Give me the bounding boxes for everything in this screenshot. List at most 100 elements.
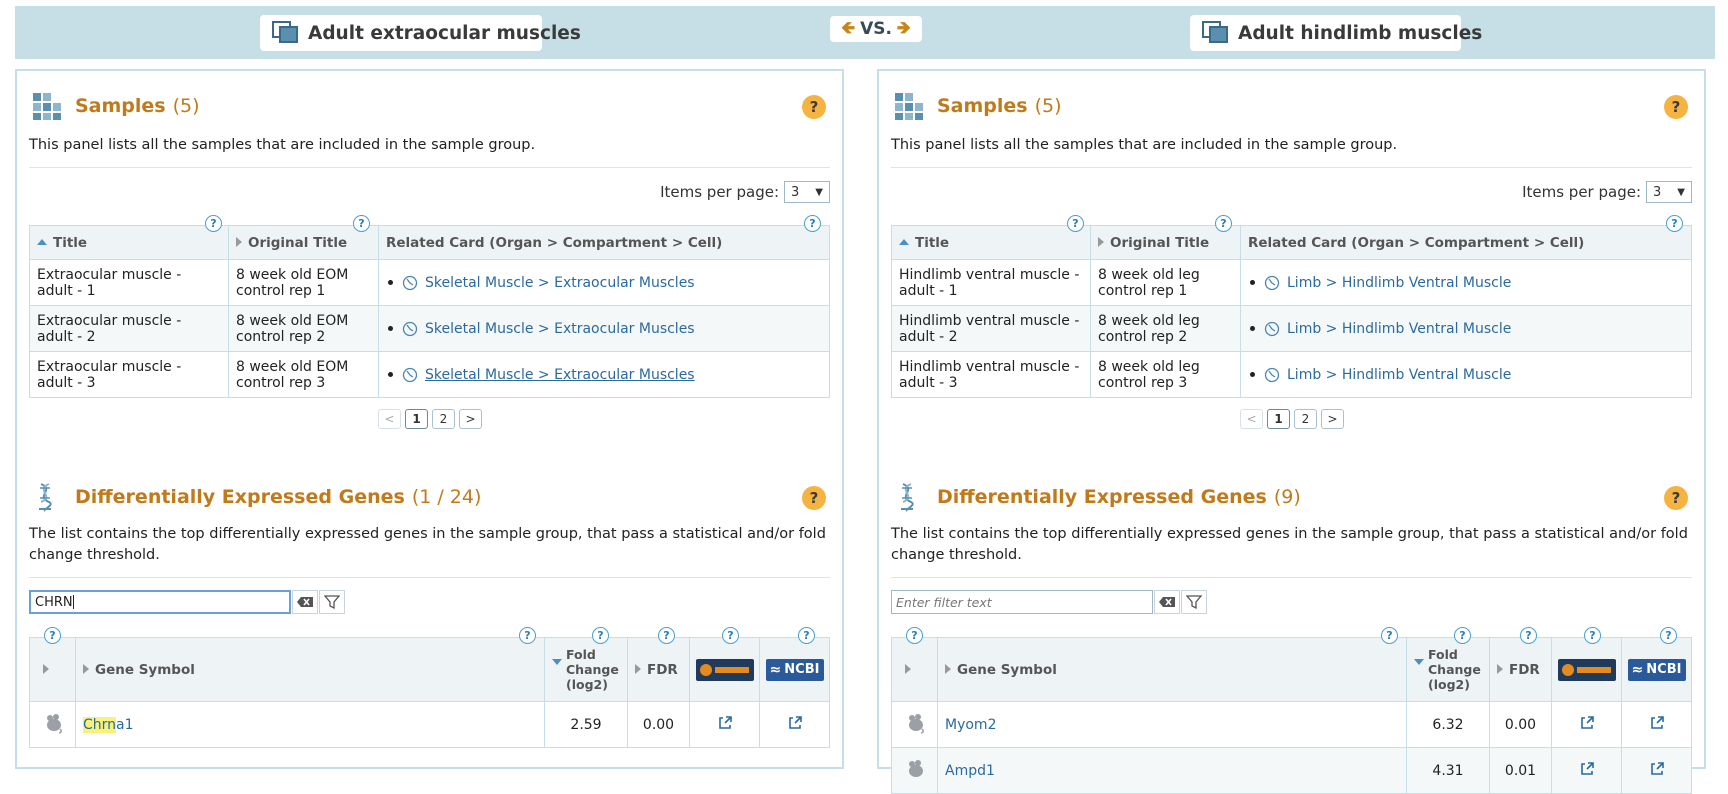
gene-symbol-cell[interactable]: Myom2 — [937, 701, 1407, 748]
genecards-link[interactable] — [1551, 701, 1622, 748]
pager-prev[interactable]: < — [378, 409, 401, 429]
pager-next[interactable]: > — [459, 409, 482, 429]
help-icon[interactable]: ? — [1215, 215, 1232, 232]
genes-title: Differentially Expressed Genes — [937, 486, 1267, 508]
right-group-button[interactable]: Adult hindlimb muscles — [1190, 15, 1482, 51]
help-icon[interactable]: ? — [44, 627, 61, 644]
divider — [891, 167, 1692, 168]
table-row: Hindlimb ventral muscle - adult - 1 8 we… — [891, 259, 1692, 306]
swap-groups-button[interactable]: 🡸 VS. 🡺 — [830, 16, 922, 42]
genes-description: The list contains the top differentially… — [29, 526, 826, 563]
gene-filter: Enter filter text — [891, 590, 1207, 614]
col-gene-symbol[interactable]: Gene Symbol? — [937, 627, 1407, 702]
help-icon[interactable]: ? — [1660, 627, 1677, 644]
col-fdr[interactable]: FDR? — [627, 627, 690, 702]
funnel-icon — [1186, 595, 1202, 610]
col-gene-symbol-label: Gene Symbol — [957, 661, 1057, 678]
clear-filter-button[interactable] — [292, 590, 318, 614]
help-icon[interactable]: ? — [353, 215, 370, 232]
card-link[interactable]: Skeletal Muscle > Extraocular Muscles — [425, 275, 695, 291]
card-link[interactable]: Skeletal Muscle > Extraocular Muscles — [425, 321, 695, 337]
gene-symbol-cell[interactable]: Chrna1 — [75, 701, 545, 748]
samples-count: (5) — [1034, 95, 1062, 117]
help-icon[interactable]: ? — [1067, 215, 1084, 232]
col-fdr[interactable]: FDR? — [1489, 627, 1552, 702]
arrow-left-icon: 🡸 — [841, 17, 856, 38]
items-per-page-value: 3 — [791, 184, 800, 200]
pager-prev[interactable]: < — [1240, 409, 1263, 429]
items-per-page-select[interactable]: 3 ▼ — [784, 181, 830, 203]
help-icon[interactable]: ? — [519, 627, 536, 644]
col-original-title[interactable]: Original Title? — [1090, 215, 1241, 260]
col-original-title[interactable]: Original Title? — [228, 215, 379, 260]
samples-help-icon[interactable]: ? — [1664, 95, 1688, 119]
pager-page-2[interactable]: 2 — [1294, 409, 1317, 429]
filter-options-button[interactable] — [1181, 590, 1207, 614]
ncbi-link[interactable] — [759, 701, 830, 748]
card-link[interactable]: Skeletal Muscle > Extraocular Muscles — [425, 367, 695, 383]
help-icon[interactable]: ? — [804, 215, 821, 232]
gene-symbol-link[interactable]: Chrna1 — [83, 716, 134, 733]
gene-symbol-link[interactable]: Myom2 — [945, 717, 996, 733]
col-title-label: Title — [53, 234, 88, 251]
gene-symbol-highlight: Chrn — [83, 716, 117, 733]
col-title-label: Title — [915, 234, 950, 251]
ncbi-link[interactable] — [1621, 747, 1692, 794]
samples-grid-icon — [895, 93, 923, 120]
help-icon[interactable]: ? — [1454, 627, 1471, 644]
col-title[interactable]: Title? — [29, 215, 229, 260]
pager-page-1[interactable]: 1 — [1267, 409, 1290, 429]
pager-next[interactable]: > — [1321, 409, 1344, 429]
card-link[interactable]: Limb > Hindlimb Ventral Muscle — [1287, 275, 1511, 291]
col-gene-symbol[interactable]: Gene Symbol? — [75, 627, 545, 702]
col-title[interactable]: Title? — [891, 215, 1091, 260]
col-fold-change[interactable]: Fold Change (log2)? — [1406, 627, 1490, 702]
genes-help-icon[interactable]: ? — [1664, 486, 1688, 510]
sort-desc-icon — [1414, 659, 1424, 665]
items-per-page-label: Items per page: — [1522, 183, 1641, 201]
text-cursor — [72, 595, 74, 609]
help-icon[interactable]: ? — [592, 627, 609, 644]
help-icon[interactable]: ? — [1520, 627, 1537, 644]
fdr-value: 0.00 — [1489, 701, 1552, 748]
items-per-page-select[interactable]: 3 ▼ — [1646, 181, 1692, 203]
genes-table: ? Gene Symbol? Fold Change (log2)? FDR? … — [891, 627, 1692, 794]
genecards-link[interactable] — [1551, 747, 1622, 794]
gene-filter-input[interactable]: Enter filter text — [891, 590, 1153, 614]
vs-label: VS. — [860, 19, 892, 39]
left-group-button[interactable]: Adult extraocular muscles — [260, 15, 581, 51]
help-icon[interactable]: ? — [1666, 215, 1683, 232]
gene-symbol-link[interactable]: Ampd1 — [945, 763, 995, 779]
mouse-icon — [46, 713, 62, 734]
fdr-value: 0.01 — [1489, 747, 1552, 794]
ncbi-link[interactable] — [1621, 701, 1692, 748]
card-link[interactable]: Limb > Hindlimb Ventral Muscle — [1287, 367, 1511, 383]
col-fold-change[interactable]: Fold Change (log2)? — [544, 627, 628, 702]
genecards-link[interactable] — [689, 701, 760, 748]
filter-options-button[interactable] — [319, 590, 345, 614]
table-row: Ampd1 4.31 0.01 — [891, 747, 1692, 794]
help-icon[interactable]: ? — [906, 627, 923, 644]
help-icon[interactable]: ? — [1381, 627, 1398, 644]
help-icon[interactable]: ? — [722, 627, 739, 644]
help-icon[interactable]: ? — [658, 627, 675, 644]
sort-icon — [236, 236, 242, 247]
expand-all-icon[interactable] — [905, 663, 911, 674]
external-link-icon — [1650, 715, 1664, 729]
gene-symbol-cell[interactable]: Ampd1 — [937, 747, 1407, 794]
comparison-header: Adult extraocular muscles 🡸 VS. 🡺 Adult … — [15, 6, 1715, 59]
help-icon[interactable]: ? — [205, 215, 222, 232]
card-link[interactable]: Limb > Hindlimb Ventral Muscle — [1287, 321, 1511, 337]
pager-page-2[interactable]: 2 — [432, 409, 455, 429]
sort-icon — [1098, 236, 1104, 247]
help-icon[interactable]: ? — [798, 627, 815, 644]
help-icon[interactable]: ? — [1584, 627, 1601, 644]
expand-all-icon[interactable] — [43, 663, 49, 674]
clear-filter-button[interactable] — [1154, 590, 1180, 614]
external-link-icon — [1580, 761, 1594, 775]
samples-help-icon[interactable]: ? — [802, 95, 826, 119]
genes-help-icon[interactable]: ? — [802, 486, 826, 510]
pager-page-1[interactable]: 1 — [405, 409, 428, 429]
ncbi-logo: ≈ NCBI — [765, 658, 824, 681]
gene-filter-input[interactable]: CHRN — [29, 590, 291, 614]
